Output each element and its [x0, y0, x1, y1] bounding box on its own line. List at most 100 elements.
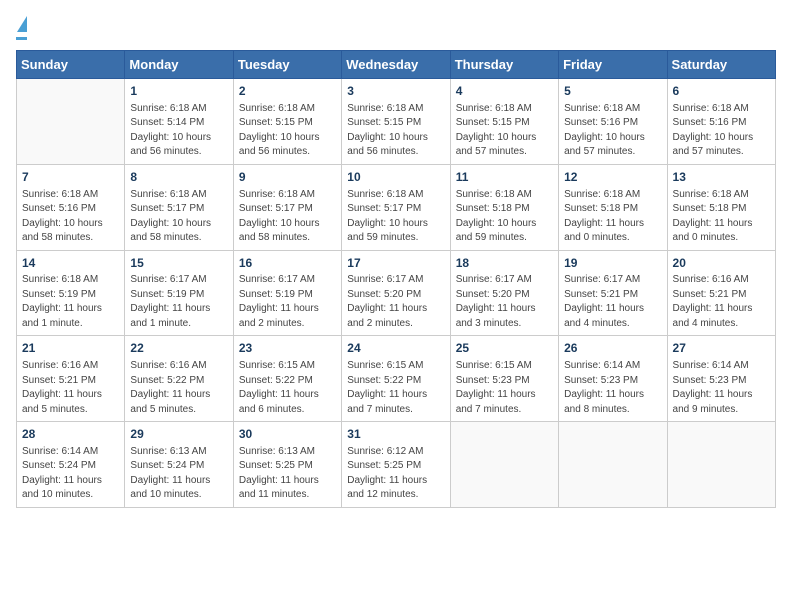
day-number: 12 [564, 169, 661, 186]
calendar-cell: 27 Sunrise: 6:14 AM Sunset: 5:23 PM Dayli… [667, 336, 775, 422]
calendar-header: SundayMondayTuesdayWednesdayThursdayFrid… [17, 51, 776, 79]
day-info: Sunrise: 6:18 AM Sunset: 5:15 PM Dayligh… [239, 102, 336, 160]
day-number: 9 [239, 169, 336, 186]
calendar-cell: 3Sunrise: 6:18 AM Sunset: 5:15 PM Daylig… [342, 79, 450, 165]
day-number: 28 [22, 426, 119, 443]
day-info: Sunrise: 6:18 AM Sunset: 5:17 PM Dayligh… [347, 188, 444, 246]
calendar-cell: 23Sunrise: 6:15 AM Sunset: 5:22 PM Dayli… [233, 336, 341, 422]
day-number: 21 [22, 340, 119, 357]
day-info: Sunrise: 6:13 AM Sunset: 5:25 PM Dayligh… [239, 445, 336, 503]
day-info: Sunrise: 6:17 AM Sunset: 5:19 PM Dayligh… [239, 273, 336, 331]
day-number: 29 [130, 426, 227, 443]
day-number: 1 [130, 83, 227, 100]
calendar-body: 1Sunrise: 6:18 AM Sunset: 5:14 PM Daylig… [17, 79, 776, 508]
calendar-cell: 8 Sunrise: 6:18 AM Sunset: 5:17 PM Daylig… [125, 164, 233, 250]
logo-triangle-icon [17, 16, 27, 32]
calendar-cell: 13 Sunrise: 6:18 AM Sunset: 5:18 PM Dayli… [667, 164, 775, 250]
day-info: Sunrise: 6:15 AM Sunset: 5:23 PM Dayligh… [456, 359, 553, 417]
days-of-week-row: SundayMondayTuesdayWednesdayThursdayFrid… [17, 51, 776, 79]
day-number: 27 [673, 340, 770, 357]
day-info: Sunrise: 6:17 AM Sunset: 5:20 PM Dayligh… [347, 273, 444, 331]
day-info: Sunrise: 6:14 AM Sunset: 5:23 PM Dayligh… [564, 359, 661, 417]
calendar-cell: 14Sunrise: 6:18 AM Sunset: 5:19 PM Dayli… [17, 250, 125, 336]
logo [16, 16, 27, 40]
calendar-cell: 29 Sunrise: 6:13 AM Sunset: 5:24 PM Dayli… [125, 422, 233, 508]
day-number: 24 [347, 340, 444, 357]
day-number: 25 [456, 340, 553, 357]
calendar-table: SundayMondayTuesdayWednesdayThursdayFrid… [16, 50, 776, 508]
calendar-cell: 20Sunrise: 6:16 AM Sunset: 5:21 PM Dayli… [667, 250, 775, 336]
calendar-cell: 17Sunrise: 6:17 AM Sunset: 5:20 PM Dayli… [342, 250, 450, 336]
day-info: Sunrise: 6:18 AM Sunset: 5:15 PM Dayligh… [347, 102, 444, 160]
day-number: 13 [673, 169, 770, 186]
day-info: Sunrise: 6:18 AM Sunset: 5:16 PM Dayligh… [673, 102, 770, 160]
logo-underline [16, 37, 27, 40]
day-info: Sunrise: 6:18 AM Sunset: 5:18 PM Dayligh… [673, 188, 770, 246]
calendar-cell: 22Sunrise: 6:16 AM Sunset: 5:22 PM Dayli… [125, 336, 233, 422]
day-number: 19 [564, 255, 661, 272]
day-number: 26 [564, 340, 661, 357]
day-info: Sunrise: 6:17 AM Sunset: 5:20 PM Dayligh… [456, 273, 553, 331]
day-number: 22 [130, 340, 227, 357]
calendar-cell: 19Sunrise: 6:17 AM Sunset: 5:21 PM Dayli… [559, 250, 667, 336]
day-number: 14 [22, 255, 119, 272]
calendar-cell: 26 Sunrise: 6:14 AM Sunset: 5:23 PM Dayli… [559, 336, 667, 422]
calendar-cell: 4Sunrise: 6:18 AM Sunset: 5:15 PM Daylig… [450, 79, 558, 165]
day-number: 6 [673, 83, 770, 100]
day-number: 11 [456, 169, 553, 186]
day-info: Sunrise: 6:18 AM Sunset: 5:15 PM Dayligh… [456, 102, 553, 160]
calendar-cell [559, 422, 667, 508]
day-number: 5 [564, 83, 661, 100]
day-number: 16 [239, 255, 336, 272]
calendar-cell: 25 Sunrise: 6:15 AM Sunset: 5:23 PM Dayli… [450, 336, 558, 422]
calendar-cell: 6 Sunrise: 6:18 AM Sunset: 5:16 PM Daylig… [667, 79, 775, 165]
calendar-cell [17, 79, 125, 165]
calendar-week-row: 28 Sunrise: 6:14 AM Sunset: 5:24 PM Dayli… [17, 422, 776, 508]
calendar-cell: 18Sunrise: 6:17 AM Sunset: 5:20 PM Dayli… [450, 250, 558, 336]
calendar-cell: 16Sunrise: 6:17 AM Sunset: 5:19 PM Dayli… [233, 250, 341, 336]
calendar-week-row: 21 Sunrise: 6:16 AM Sunset: 5:21 PM Dayli… [17, 336, 776, 422]
day-of-week-header: Sunday [17, 51, 125, 79]
day-of-week-header: Friday [559, 51, 667, 79]
day-number: 30 [239, 426, 336, 443]
calendar-cell: 28 Sunrise: 6:14 AM Sunset: 5:24 PM Dayli… [17, 422, 125, 508]
calendar-cell: 21 Sunrise: 6:16 AM Sunset: 5:21 PM Dayli… [17, 336, 125, 422]
calendar-cell [667, 422, 775, 508]
calendar-cell: 12Sunrise: 6:18 AM Sunset: 5:18 PM Dayli… [559, 164, 667, 250]
calendar-cell: 11Sunrise: 6:18 AM Sunset: 5:18 PM Dayli… [450, 164, 558, 250]
day-info: Sunrise: 6:15 AM Sunset: 5:22 PM Dayligh… [239, 359, 336, 417]
day-number: 7 [22, 169, 119, 186]
day-of-week-header: Monday [125, 51, 233, 79]
calendar-cell: 9 Sunrise: 6:18 AM Sunset: 5:17 PM Daylig… [233, 164, 341, 250]
calendar-week-row: 1Sunrise: 6:18 AM Sunset: 5:14 PM Daylig… [17, 79, 776, 165]
day-number: 2 [239, 83, 336, 100]
day-info: Sunrise: 6:14 AM Sunset: 5:24 PM Dayligh… [22, 445, 119, 503]
day-number: 8 [130, 169, 227, 186]
calendar-week-row: 7 Sunrise: 6:18 AM Sunset: 5:16 PM Daylig… [17, 164, 776, 250]
day-number: 15 [130, 255, 227, 272]
day-info: Sunrise: 6:18 AM Sunset: 5:17 PM Dayligh… [239, 188, 336, 246]
day-info: Sunrise: 6:16 AM Sunset: 5:21 PM Dayligh… [673, 273, 770, 331]
day-info: Sunrise: 6:16 AM Sunset: 5:21 PM Dayligh… [22, 359, 119, 417]
calendar-cell: 7 Sunrise: 6:18 AM Sunset: 5:16 PM Daylig… [17, 164, 125, 250]
calendar-cell: 24Sunrise: 6:15 AM Sunset: 5:22 PM Dayli… [342, 336, 450, 422]
day-info: Sunrise: 6:13 AM Sunset: 5:24 PM Dayligh… [130, 445, 227, 503]
day-info: Sunrise: 6:17 AM Sunset: 5:19 PM Dayligh… [130, 273, 227, 331]
day-info: Sunrise: 6:17 AM Sunset: 5:21 PM Dayligh… [564, 273, 661, 331]
day-of-week-header: Thursday [450, 51, 558, 79]
day-number: 17 [347, 255, 444, 272]
calendar-cell: 5Sunrise: 6:18 AM Sunset: 5:16 PM Daylig… [559, 79, 667, 165]
day-of-week-header: Tuesday [233, 51, 341, 79]
day-info: Sunrise: 6:18 AM Sunset: 5:16 PM Dayligh… [22, 188, 119, 246]
calendar-cell: 10Sunrise: 6:18 AM Sunset: 5:17 PM Dayli… [342, 164, 450, 250]
day-number: 18 [456, 255, 553, 272]
calendar-cell: 30 Sunrise: 6:13 AM Sunset: 5:25 PM Dayli… [233, 422, 341, 508]
calendar-cell: 1Sunrise: 6:18 AM Sunset: 5:14 PM Daylig… [125, 79, 233, 165]
calendar-cell: 15Sunrise: 6:17 AM Sunset: 5:19 PM Dayli… [125, 250, 233, 336]
day-number: 31 [347, 426, 444, 443]
calendar-cell: 2 Sunrise: 6:18 AM Sunset: 5:15 PM Daylig… [233, 79, 341, 165]
day-number: 20 [673, 255, 770, 272]
calendar-cell: 31Sunrise: 6:12 AM Sunset: 5:25 PM Dayli… [342, 422, 450, 508]
day-info: Sunrise: 6:14 AM Sunset: 5:23 PM Dayligh… [673, 359, 770, 417]
day-info: Sunrise: 6:18 AM Sunset: 5:17 PM Dayligh… [130, 188, 227, 246]
